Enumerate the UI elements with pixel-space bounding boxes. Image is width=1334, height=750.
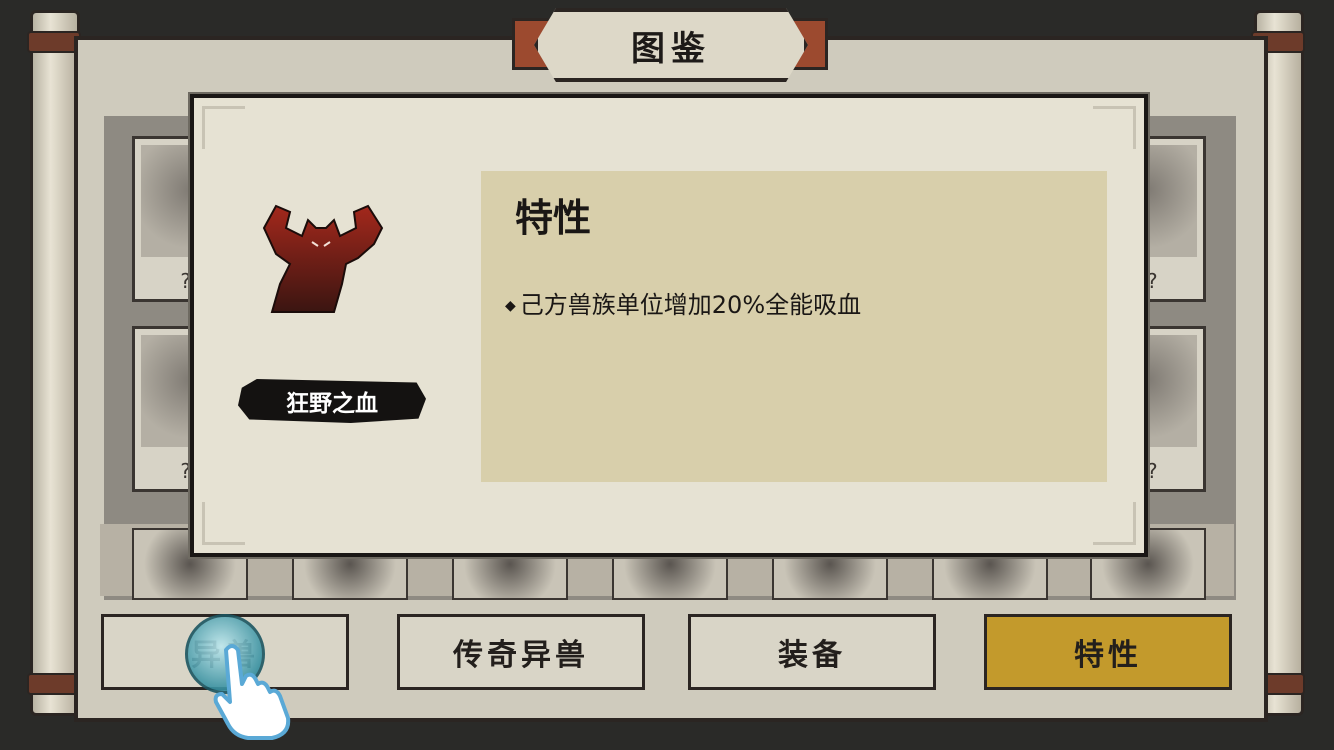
frame-corner (202, 502, 245, 545)
frame-corner (202, 106, 245, 149)
trait-name-banner: 狂野之血 (238, 379, 426, 423)
panel-title: 特性 (515, 196, 592, 240)
header-plaque: 图鉴 (534, 8, 808, 82)
tab-traits[interactable]: 特性 (984, 614, 1232, 690)
horned-demon-flexing-icon (262, 204, 384, 313)
trait-description-panel: 特性 ◆ 己方兽族单位增加20%全能吸血 (481, 171, 1107, 482)
scroll-roller-left (27, 10, 81, 716)
roller-cap (27, 31, 81, 53)
page-title: 图鉴 (631, 28, 711, 69)
tab-label: 特性 (1074, 638, 1142, 673)
trait-name: 狂野之血 (286, 391, 378, 417)
frame-corner (1093, 106, 1136, 149)
frame-corner (1093, 502, 1136, 545)
roller-cap (27, 673, 81, 695)
tab-legendary-beasts[interactable]: 传奇异兽 (397, 614, 645, 690)
bullet-icon: ◆ (505, 298, 516, 314)
tab-label: 传奇异兽 (453, 638, 589, 673)
description-text: 己方兽族单位增加20%全能吸血 (519, 291, 862, 319)
trait-detail-modal[interactable]: 狂野之血 特性 ◆ 己方兽族单位增加20%全能吸血 (190, 94, 1148, 557)
trait-description: ◆ 己方兽族单位增加20%全能吸血 (505, 285, 861, 320)
tab-label: 装备 (778, 638, 846, 673)
tab-equipment[interactable]: 装备 (688, 614, 936, 690)
tap-hand-icon (213, 644, 291, 740)
